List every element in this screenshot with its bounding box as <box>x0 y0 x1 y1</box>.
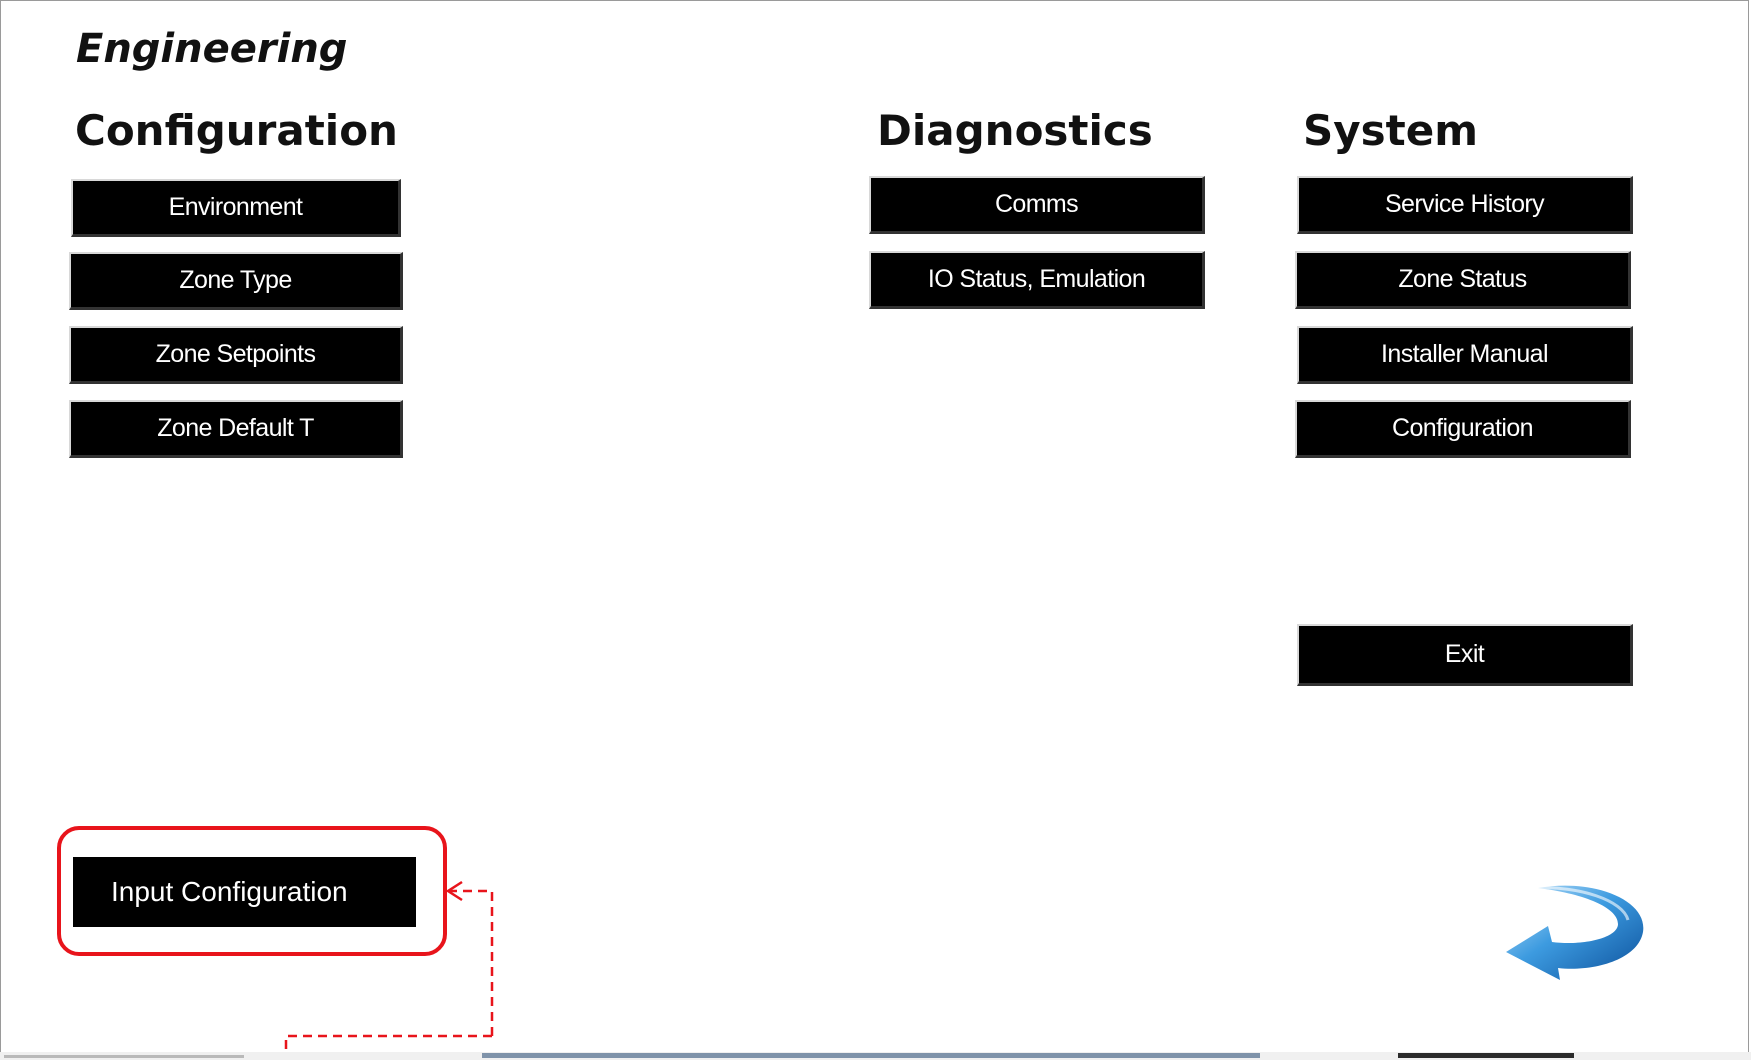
system-configuration-button[interactable]: Configuration <box>1295 400 1631 458</box>
service-history-button[interactable]: Service History <box>1297 176 1633 234</box>
exit-button[interactable]: Exit <box>1297 624 1633 686</box>
taskbar-dark-strip <box>1398 1053 1574 1058</box>
comms-button[interactable]: Comms <box>869 176 1205 234</box>
system-heading: System <box>1303 106 1478 155</box>
page-title: Engineering <box>76 26 348 72</box>
diagnostics-heading: Diagnostics <box>877 106 1153 155</box>
taskbar-window-strip <box>482 1053 1260 1058</box>
zone-setpoints-button[interactable]: Zone Setpoints <box>69 326 403 384</box>
installer-manual-button[interactable]: Installer Manual <box>1297 326 1633 384</box>
taskbar-text-strip <box>4 1055 244 1058</box>
zone-type-button[interactable]: Zone Type <box>69 252 403 310</box>
configuration-heading: Configuration <box>75 106 398 155</box>
zone-status-button[interactable]: Zone Status <box>1295 251 1631 309</box>
io-status-emulation-button[interactable]: IO Status, Emulation <box>869 251 1205 309</box>
zone-default-t-button[interactable]: Zone Default T <box>69 400 403 458</box>
input-configuration-button[interactable]: Input Configuration <box>73 857 416 927</box>
next-arrow-icon[interactable] <box>1498 880 1648 980</box>
environment-button[interactable]: Environment <box>71 179 401 237</box>
